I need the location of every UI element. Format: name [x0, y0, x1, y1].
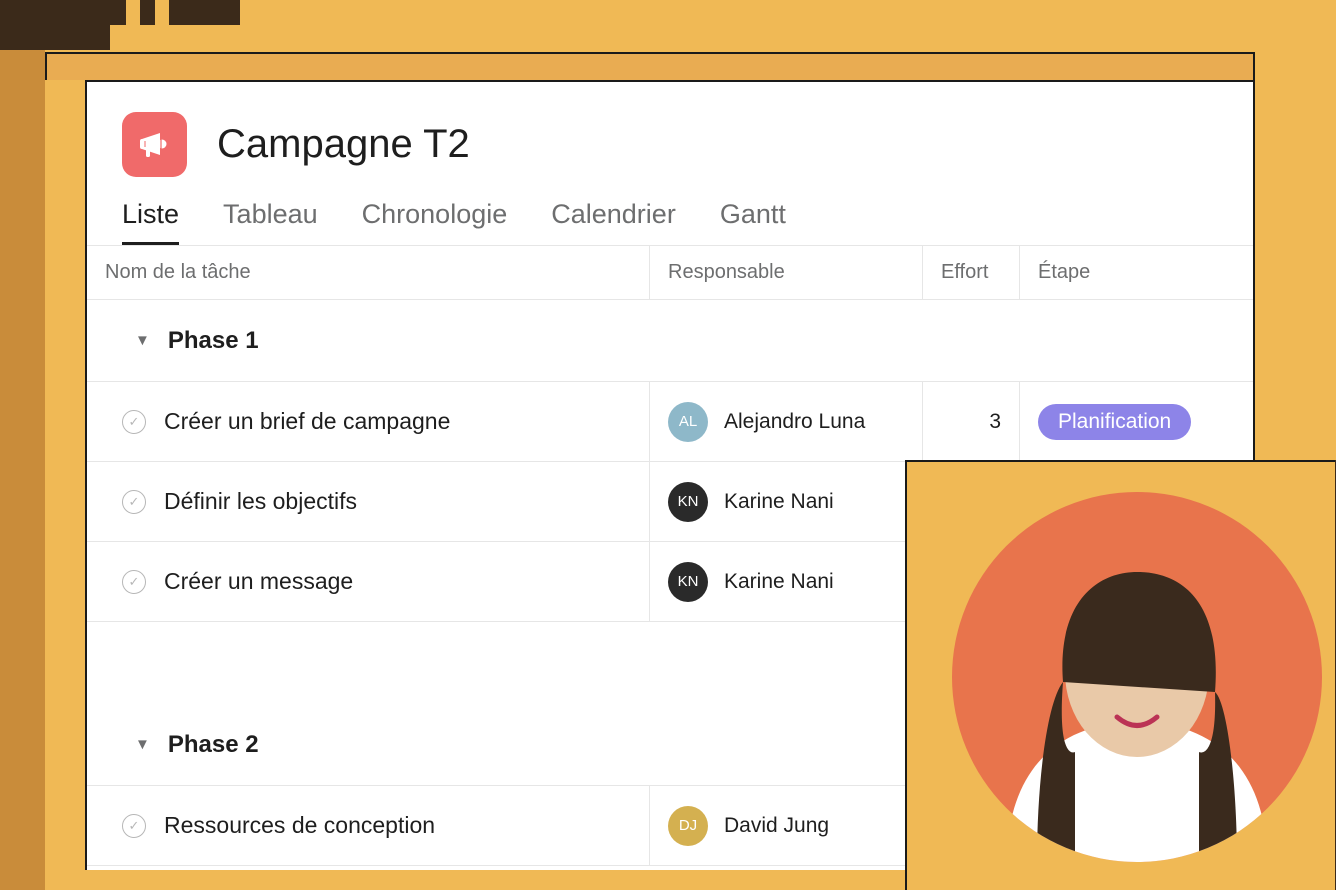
column-header-stage[interactable]: Étape [1019, 246, 1253, 299]
decorative-block [0, 0, 110, 50]
complete-task-icon[interactable]: ✓ [122, 410, 146, 434]
task-row[interactable]: ✓ Créer un brief de campagne AL Alejandr… [87, 382, 1253, 462]
task-name: Créer un brief de campagne [164, 408, 450, 435]
task-name: Définir les objectifs [164, 488, 357, 515]
view-tabs: Liste Tableau Chronologie Calendrier Gan… [87, 199, 1253, 245]
section-header-phase-1[interactable]: ▼ Phase 1 [87, 300, 1253, 382]
column-header-responsible[interactable]: Responsable [649, 246, 922, 299]
avatar: KN [668, 482, 708, 522]
effort-cell[interactable]: 3 [922, 382, 1019, 461]
responsible-name: Karine Nani [724, 570, 834, 594]
tab-gantt[interactable]: Gantt [720, 199, 786, 245]
section-title: Phase 2 [168, 731, 259, 759]
responsible-cell[interactable]: AL Alejandro Luna [649, 382, 922, 461]
person-silhouette-icon [967, 562, 1307, 862]
stage-pill: Planification [1038, 404, 1191, 440]
task-name-cell: ✓ Ressources de conception [87, 786, 649, 865]
responsible-cell[interactable]: KN Karine Nani [649, 462, 922, 541]
decorative-block [155, 0, 169, 25]
tab-calendrier[interactable]: Calendrier [551, 199, 676, 245]
column-header-name[interactable]: Nom de la tâche [87, 246, 649, 299]
decorative-block [0, 50, 45, 890]
project-icon-megaphone [122, 112, 187, 177]
responsible-name: Alejandro Luna [724, 410, 865, 434]
task-name: Créer un message [164, 568, 353, 595]
chevron-down-icon: ▼ [135, 736, 150, 753]
tab-chronologie[interactable]: Chronologie [362, 199, 508, 245]
tab-tableau[interactable]: Tableau [223, 199, 318, 245]
task-name-cell: ✓ Définir les objectifs [87, 462, 649, 541]
presenter-avatar [952, 492, 1322, 862]
responsible-name: David Jung [724, 814, 829, 838]
column-headers: Nom de la tâche Responsable Effort Étape [87, 245, 1253, 300]
task-name-cell: ✓ Créer un message [87, 542, 649, 621]
column-header-effort[interactable]: Effort [922, 246, 1019, 299]
responsible-name: Karine Nani [724, 490, 834, 514]
chevron-down-icon: ▼ [135, 332, 150, 349]
project-header: Campagne T2 [87, 82, 1253, 199]
decorative-block [45, 52, 1255, 80]
avatar: AL [668, 402, 708, 442]
project-title: Campagne T2 [217, 122, 470, 167]
complete-task-icon[interactable]: ✓ [122, 490, 146, 514]
section-title: Phase 1 [168, 327, 259, 355]
decorative-block [126, 0, 140, 25]
complete-task-icon[interactable]: ✓ [122, 814, 146, 838]
task-name: Ressources de conception [164, 812, 435, 839]
stage-cell[interactable]: Planification [1019, 382, 1253, 461]
complete-task-icon[interactable]: ✓ [122, 570, 146, 594]
megaphone-icon [138, 130, 172, 160]
responsible-cell[interactable]: DJ David Jung [649, 786, 922, 865]
avatar: KN [668, 562, 708, 602]
avatar: DJ [668, 806, 708, 846]
tab-liste[interactable]: Liste [122, 199, 179, 245]
task-name-cell: ✓ Créer un brief de campagne [87, 382, 649, 461]
presenter-overlay [905, 460, 1335, 890]
responsible-cell[interactable]: KN Karine Nani [649, 542, 922, 621]
